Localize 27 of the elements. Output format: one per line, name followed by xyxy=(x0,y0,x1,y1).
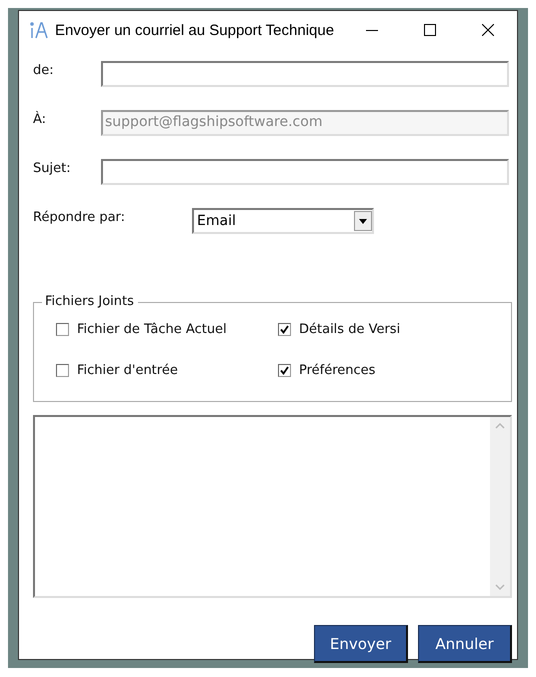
field-label: de: xyxy=(33,62,55,78)
checkbox-label: Fichier d'entrée xyxy=(77,363,178,378)
checkbox-label: Détails de Versi xyxy=(299,322,400,337)
caret-icon xyxy=(354,211,372,231)
scroll-up-icon[interactable] xyxy=(495,423,505,429)
message-field[interactable] xyxy=(33,415,512,598)
window-title: Envoyer un courriel au Support Technique xyxy=(55,22,336,38)
input-field[interactable] xyxy=(101,61,509,87)
checkbox[interactable] xyxy=(278,364,291,377)
checkbox[interactable] xyxy=(56,364,69,377)
app-icon xyxy=(29,20,49,40)
checkbox[interactable] xyxy=(56,323,69,336)
checkbox[interactable] xyxy=(278,323,291,336)
dialog-button[interactable]: Annuler xyxy=(418,625,512,663)
close-icon xyxy=(482,24,494,36)
field-label: Sujet: xyxy=(33,160,72,176)
field-label: À: xyxy=(33,110,48,127)
scroll-down-icon[interactable] xyxy=(495,584,505,590)
input-field[interactable] xyxy=(101,159,509,185)
maximize-icon xyxy=(424,24,436,36)
checkbox-label: Préférences xyxy=(299,363,376,378)
dialog-button[interactable]: Envoyer xyxy=(314,625,408,663)
dropdown[interactable]: Email xyxy=(192,208,374,234)
scrollbar[interactable] xyxy=(490,417,510,596)
field-label: Répondre par: xyxy=(33,209,126,225)
group-title: Fichiers Joints xyxy=(42,294,138,309)
checkbox-label: Fichier de Tâche Actuel xyxy=(77,322,227,337)
